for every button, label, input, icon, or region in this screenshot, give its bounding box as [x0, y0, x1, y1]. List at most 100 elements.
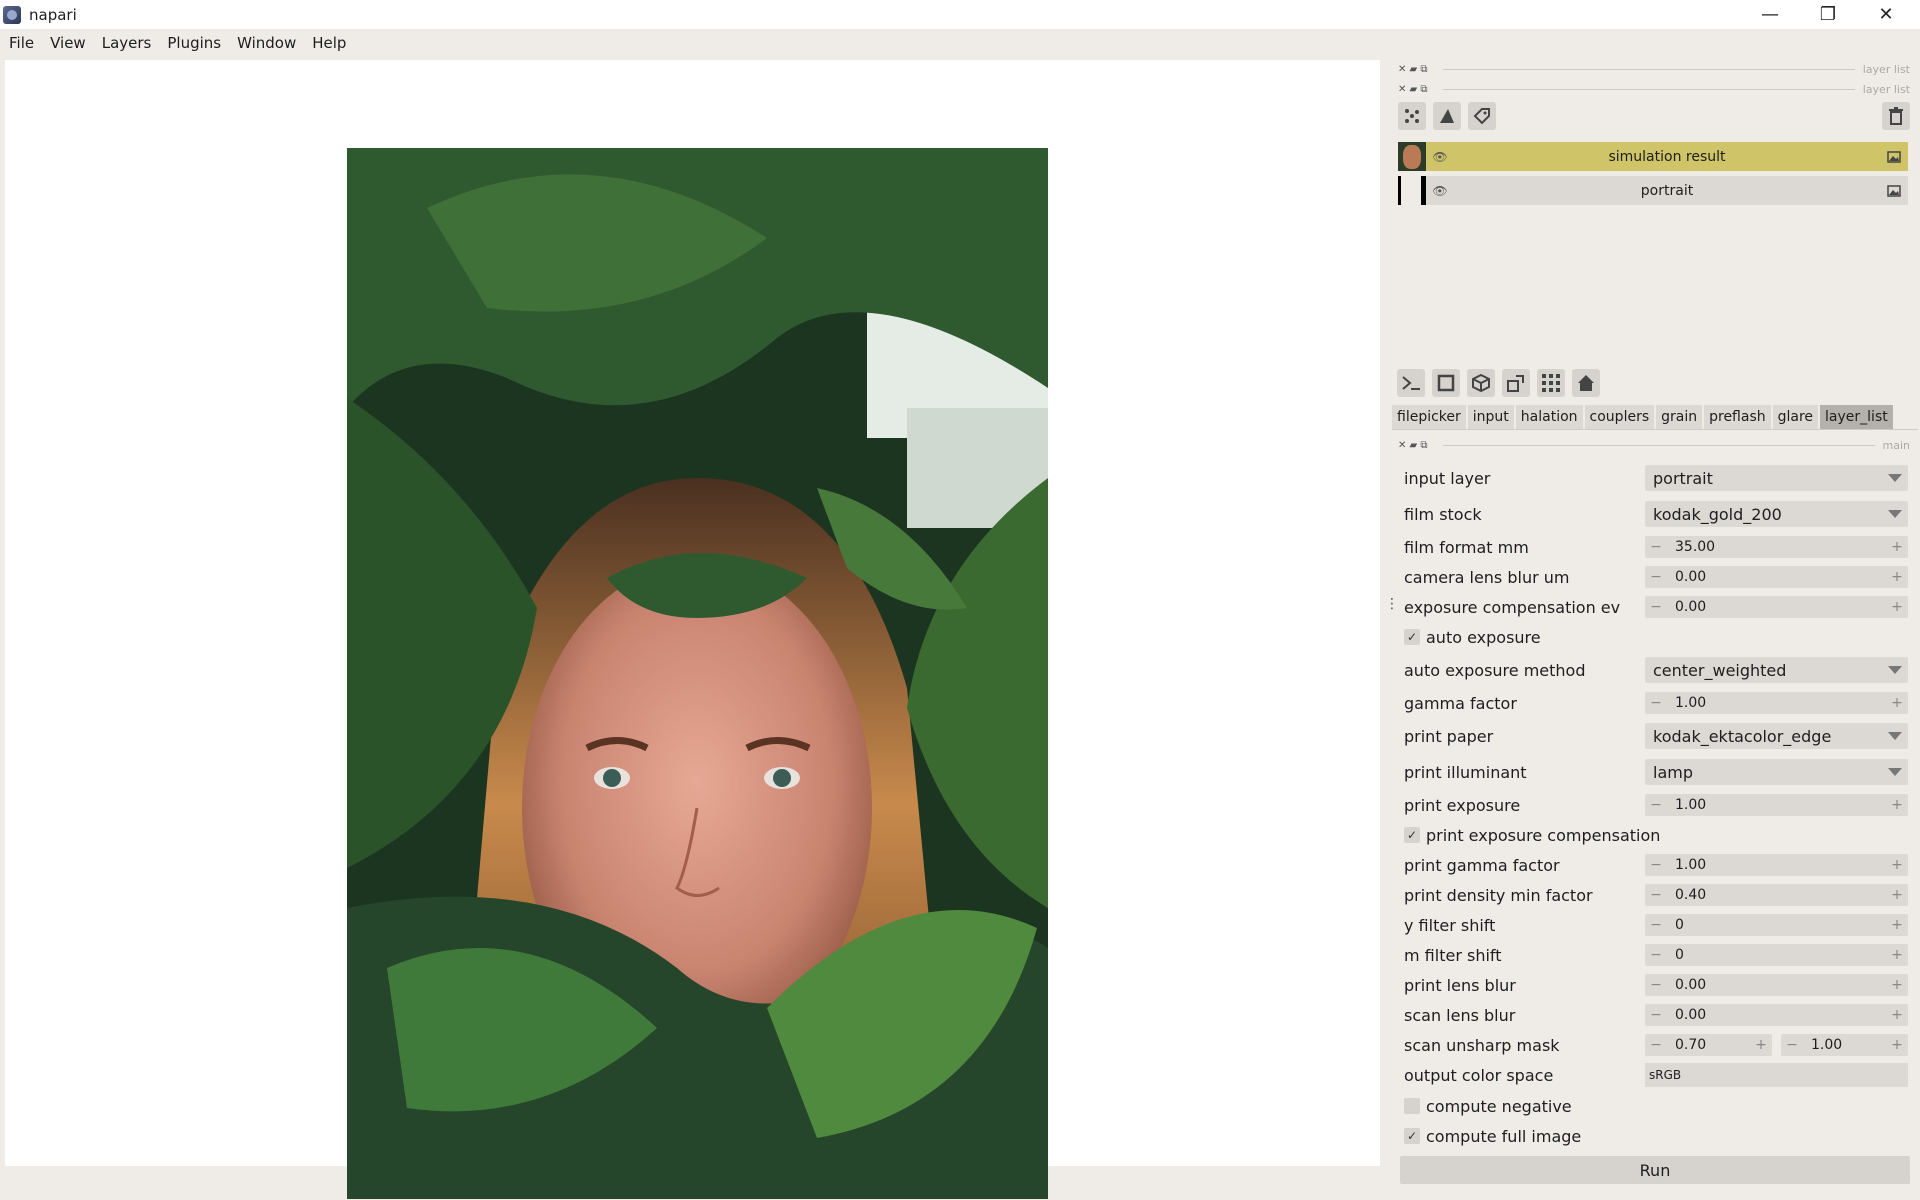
- menu-window[interactable]: Window: [229, 29, 304, 57]
- ndisplay-button[interactable]: [1432, 369, 1460, 397]
- increment-button[interactable]: +: [1750, 1037, 1772, 1053]
- print-exposure-compensation-checkbox[interactable]: ✓ print exposure compensation: [1404, 826, 1660, 845]
- spin-value[interactable]: 0.70: [1667, 1037, 1750, 1053]
- home-button[interactable]: [1572, 369, 1600, 397]
- spin-value[interactable]: 35.00: [1667, 539, 1886, 555]
- camera-lens-blur-spinbox[interactable]: −0.00 +: [1645, 566, 1908, 588]
- compute-negative-checkbox[interactable]: compute negative: [1404, 1097, 1572, 1116]
- roll-dimensions-button[interactable]: [1502, 369, 1530, 397]
- checkmark-icon[interactable]: ✓: [1404, 1128, 1420, 1144]
- film-format-spinbox[interactable]: −35.00 +: [1645, 536, 1908, 558]
- menu-plugins[interactable]: Plugins: [159, 29, 229, 57]
- decrement-button[interactable]: −: [1645, 977, 1667, 993]
- spin-value[interactable]: 1.00: [1667, 797, 1886, 813]
- splitter-handle[interactable]: ⋮: [1385, 597, 1399, 611]
- run-button[interactable]: Run: [1400, 1156, 1910, 1184]
- tab-halation[interactable]: halation: [1515, 405, 1585, 429]
- scan-lens-blur-spinbox[interactable]: −0.00 +: [1645, 1004, 1908, 1026]
- increment-button[interactable]: +: [1886, 539, 1908, 555]
- spin-value[interactable]: 0.40: [1667, 887, 1886, 903]
- spin-value[interactable]: 1.00: [1667, 857, 1886, 873]
- auto-exposure-checkbox[interactable]: ✓ auto exposure: [1404, 628, 1541, 647]
- decrement-button[interactable]: −: [1645, 917, 1667, 933]
- input-layer-dropdown[interactable]: portrait: [1645, 465, 1908, 491]
- close-button[interactable]: ✕: [1857, 0, 1915, 29]
- new-shapes-layer-button[interactable]: [1433, 102, 1461, 130]
- output-color-space-input[interactable]: sRGB: [1645, 1063, 1908, 1087]
- tab-grain[interactable]: grain: [1656, 405, 1705, 429]
- layer-row-portrait[interactable]: 👁 portrait: [1398, 176, 1908, 205]
- m-filter-shift-spinbox[interactable]: −0 +: [1645, 944, 1908, 966]
- print-illuminant-dropdown[interactable]: lamp: [1645, 759, 1908, 785]
- tab-couplers[interactable]: couplers: [1584, 405, 1657, 429]
- tab-input[interactable]: input: [1467, 405, 1516, 429]
- print-gamma-factor-spinbox[interactable]: −1.00 +: [1645, 854, 1908, 876]
- spin-value[interactable]: 0.00: [1667, 599, 1886, 615]
- increment-button[interactable]: +: [1886, 977, 1908, 993]
- layer-row-simulation-result[interactable]: 👁 simulation result: [1398, 142, 1908, 171]
- checkmark-icon[interactable]: ✓: [1404, 827, 1420, 843]
- decrement-button[interactable]: −: [1645, 797, 1667, 813]
- decrement-button[interactable]: −: [1645, 947, 1667, 963]
- checkmark-icon[interactable]: ✓: [1404, 629, 1420, 645]
- decrement-button[interactable]: −: [1645, 857, 1667, 873]
- layer-name[interactable]: simulation result: [1454, 149, 1880, 165]
- tab-filepicker[interactable]: filepicker: [1392, 405, 1468, 429]
- gamma-factor-spinbox[interactable]: −1.00 +: [1645, 692, 1908, 714]
- visibility-eye-icon[interactable]: 👁: [1426, 150, 1454, 164]
- dock-controls-icon[interactable]: ✕ ▰ ⧉: [1398, 64, 1428, 75]
- scan-unsharp-mask-amount-spinbox[interactable]: −1.00 +: [1781, 1034, 1908, 1056]
- visibility-eye-icon[interactable]: 👁: [1426, 184, 1454, 198]
- exposure-compensation-spinbox[interactable]: −0.00 +: [1645, 596, 1908, 618]
- spin-value[interactable]: 1.00: [1803, 1037, 1886, 1053]
- decrement-button[interactable]: −: [1645, 695, 1667, 711]
- increment-button[interactable]: +: [1886, 797, 1908, 813]
- increment-button[interactable]: +: [1886, 917, 1908, 933]
- decrement-button[interactable]: −: [1645, 599, 1667, 615]
- increment-button[interactable]: +: [1886, 1037, 1908, 1053]
- new-labels-layer-button[interactable]: [1468, 102, 1496, 130]
- menu-file[interactable]: File: [0, 29, 42, 57]
- layer-row-body[interactable]: 👁 portrait: [1426, 176, 1908, 205]
- layer-row-body[interactable]: 👁 simulation result: [1426, 142, 1908, 171]
- spin-value[interactable]: 1.00: [1667, 695, 1886, 711]
- tab-layer-list[interactable]: layer_list: [1820, 405, 1895, 429]
- y-filter-shift-spinbox[interactable]: −0 +: [1645, 914, 1908, 936]
- menu-view[interactable]: View: [42, 29, 94, 57]
- increment-button[interactable]: +: [1886, 1007, 1908, 1023]
- dock-controls-icon[interactable]: ✕ ▰ ⧉: [1398, 440, 1428, 451]
- print-exposure-spinbox[interactable]: −1.00 +: [1645, 794, 1908, 816]
- print-density-min-factor-spinbox[interactable]: −0.40 +: [1645, 884, 1908, 906]
- decrement-button[interactable]: −: [1781, 1037, 1803, 1053]
- increment-button[interactable]: +: [1886, 947, 1908, 963]
- increment-button[interactable]: +: [1886, 569, 1908, 585]
- increment-button[interactable]: +: [1886, 857, 1908, 873]
- spin-value[interactable]: 0.00: [1667, 1007, 1886, 1023]
- console-button[interactable]: [1397, 369, 1425, 397]
- spin-value[interactable]: 0.00: [1667, 569, 1886, 585]
- film-stock-dropdown[interactable]: kodak_gold_200: [1645, 501, 1908, 527]
- spin-value[interactable]: 0: [1667, 917, 1886, 933]
- decrement-button[interactable]: −: [1645, 1007, 1667, 1023]
- increment-button[interactable]: +: [1886, 887, 1908, 903]
- spin-value[interactable]: 0: [1667, 947, 1886, 963]
- tab-preflash[interactable]: preflash: [1704, 405, 1773, 429]
- decrement-button[interactable]: −: [1645, 569, 1667, 585]
- minimize-button[interactable]: —: [1741, 0, 1799, 29]
- toggle-3d-button[interactable]: [1467, 369, 1495, 397]
- increment-button[interactable]: +: [1886, 599, 1908, 615]
- decrement-button[interactable]: −: [1645, 1037, 1667, 1053]
- decrement-button[interactable]: −: [1645, 887, 1667, 903]
- print-paper-dropdown[interactable]: kodak_ektacolor_edge: [1645, 723, 1908, 749]
- grid-view-button[interactable]: [1537, 369, 1565, 397]
- delete-layer-button[interactable]: [1882, 102, 1910, 130]
- scan-unsharp-mask-sigma-spinbox[interactable]: −0.70 +: [1645, 1034, 1772, 1056]
- new-points-layer-button[interactable]: [1398, 102, 1426, 130]
- viewer-canvas[interactable]: [5, 60, 1380, 1199]
- print-lens-blur-spinbox[interactable]: −0.00 +: [1645, 974, 1908, 996]
- compute-full-image-checkbox[interactable]: ✓ compute full image: [1404, 1127, 1581, 1146]
- tab-glare[interactable]: glare: [1772, 405, 1821, 429]
- maximize-button[interactable]: ❐: [1799, 0, 1857, 29]
- menu-layers[interactable]: Layers: [94, 29, 160, 57]
- spin-value[interactable]: 0.00: [1667, 977, 1886, 993]
